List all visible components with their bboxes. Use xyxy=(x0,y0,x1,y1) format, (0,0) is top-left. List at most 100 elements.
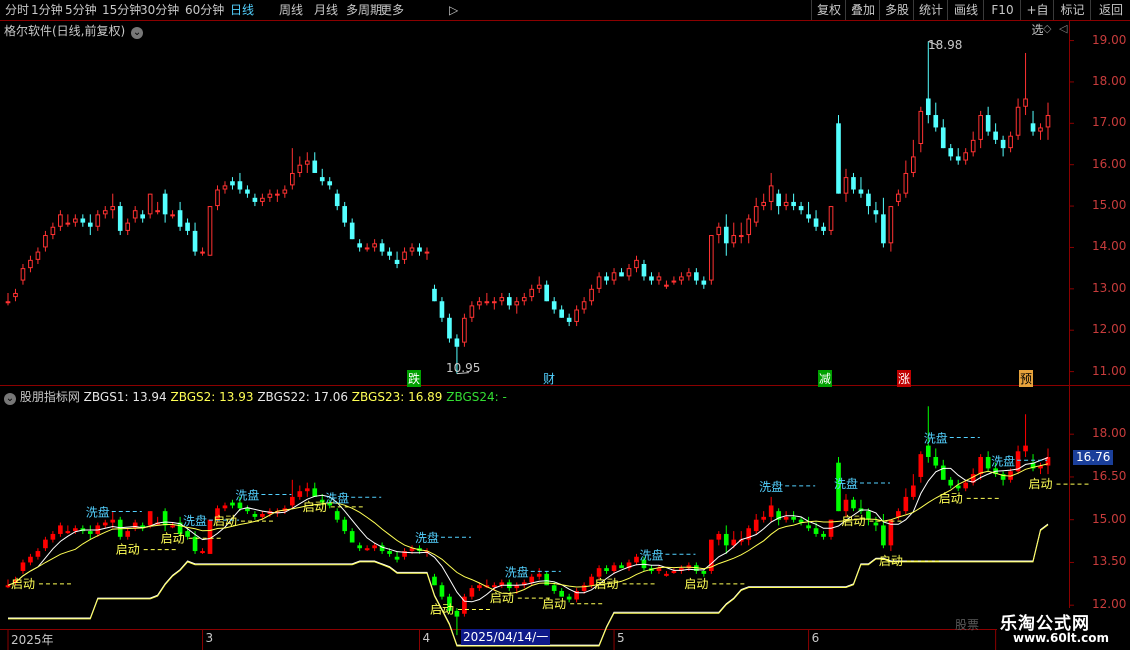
indicator-bar xyxy=(364,545,370,552)
title-dropdown-icon[interactable]: ⌄ xyxy=(131,27,144,39)
candle xyxy=(469,301,475,322)
candle xyxy=(447,313,452,343)
candle-body xyxy=(858,189,864,194)
collapse-icon[interactable]: ◁ xyxy=(1059,22,1067,35)
event-marker-finance[interactable]: 财 xyxy=(543,370,555,387)
candle xyxy=(649,272,654,285)
x-tick-label: 2025年 xyxy=(11,633,54,647)
indicator-body xyxy=(372,545,377,549)
candle xyxy=(566,313,572,327)
candle xyxy=(536,276,542,293)
candle-body xyxy=(768,185,774,202)
indicator-bar xyxy=(918,451,924,483)
candle xyxy=(1030,110,1036,136)
candle xyxy=(671,276,677,285)
indicator-toggle-icon[interactable]: ⌄ xyxy=(4,393,16,405)
candle-body xyxy=(925,98,931,116)
candle xyxy=(836,115,841,194)
candle-body xyxy=(686,272,692,277)
y-tick-label: 13.00 xyxy=(1092,280,1127,295)
candle xyxy=(192,222,198,256)
candle xyxy=(275,189,280,202)
candle xyxy=(20,264,26,285)
candle xyxy=(260,193,265,207)
indicator-bar xyxy=(50,531,56,543)
candle-body xyxy=(888,206,894,244)
candle xyxy=(626,264,632,281)
candle xyxy=(963,148,969,165)
chart-stage[interactable]: 洗盘洗盘洗盘 洗盘洗盘洗盘洗盘洗盘 洗盘洗盘洗盘启动启动启动启动启动启动启动 启动启动… xyxy=(0,0,1130,650)
candle xyxy=(746,214,752,244)
stock-tab-label[interactable]: 股票 xyxy=(955,616,979,633)
wash-label: 洗盘 xyxy=(505,564,529,579)
candle-body xyxy=(394,259,400,264)
candle xyxy=(230,177,235,190)
candle-body xyxy=(237,181,243,190)
indicator-body xyxy=(761,516,767,520)
candle xyxy=(911,139,916,178)
candle-body xyxy=(379,243,385,252)
event-marker-forecast[interactable]: 预 xyxy=(1019,370,1034,387)
candle xyxy=(439,297,445,322)
candle-body xyxy=(43,235,48,248)
candle xyxy=(1015,98,1021,140)
candle xyxy=(364,243,370,252)
candle-body xyxy=(304,160,310,165)
indicator-bar xyxy=(394,551,400,563)
y-tick-label: 16.00 xyxy=(1092,156,1127,171)
candle xyxy=(477,297,482,310)
candle xyxy=(237,172,243,194)
start-label: 启动 xyxy=(879,554,903,568)
indicator-bar xyxy=(125,528,131,540)
event-marker-rise[interactable]: 涨 xyxy=(897,370,912,387)
indicator-body xyxy=(349,531,355,543)
candle xyxy=(43,230,48,252)
indicator-bar xyxy=(806,516,811,532)
candle-body xyxy=(499,297,505,302)
candle xyxy=(424,247,430,260)
candle-body xyxy=(791,201,796,207)
candle xyxy=(791,193,796,211)
cursor-date: 2025/04/14/一 xyxy=(461,629,551,645)
indicator-header[interactable]: ⌄ 股朋指标网 ZBGS1: 13.94 ZBGS2: 13.93 ZBGS22… xyxy=(4,388,507,405)
chart-title[interactable]: 格尔软件(日线,前复权) ⌄ xyxy=(4,22,144,39)
event-marker-reduce[interactable]: 减 xyxy=(818,370,833,387)
candle-body xyxy=(222,185,228,190)
candle-body xyxy=(297,164,303,173)
y-tick-label: 12.00 xyxy=(1092,322,1127,337)
candle xyxy=(978,110,983,149)
indicator-body xyxy=(297,491,303,497)
candle-body xyxy=(117,206,123,231)
candle-body xyxy=(881,214,886,244)
indicator-name: 股朋指标网 xyxy=(19,390,80,404)
event-marker-fall[interactable]: 跌 xyxy=(407,370,422,387)
candle-body xyxy=(671,280,677,283)
candle-body xyxy=(589,288,594,302)
candle-body xyxy=(200,251,205,254)
x-tick-label: 3 xyxy=(205,631,214,645)
diamond-icon[interactable]: ◇ xyxy=(1043,22,1051,35)
candle-body xyxy=(447,317,452,339)
wash-label: 洗盘 xyxy=(183,513,207,528)
candle xyxy=(297,156,303,178)
indicator-body xyxy=(35,551,41,557)
candle xyxy=(1038,123,1043,140)
indicator-body xyxy=(387,551,392,554)
candle-body xyxy=(806,214,811,219)
indicator-body xyxy=(559,590,564,597)
indicator-body xyxy=(529,576,535,583)
x-tick-label: 6 xyxy=(811,631,820,645)
indicator-bar xyxy=(402,548,407,560)
legend-item: ZBGS2: 13.93 xyxy=(166,390,254,404)
candle xyxy=(985,106,991,136)
indicator-bar xyxy=(671,568,677,574)
candle-body xyxy=(364,247,370,250)
candle xyxy=(544,280,550,302)
candle-body xyxy=(866,193,871,207)
indicator-bar xyxy=(776,508,781,526)
indicator-body xyxy=(671,571,677,573)
candle-body xyxy=(319,177,325,182)
indicator-bar xyxy=(230,499,235,509)
candle-body xyxy=(843,177,849,194)
indicator-body xyxy=(611,565,617,571)
